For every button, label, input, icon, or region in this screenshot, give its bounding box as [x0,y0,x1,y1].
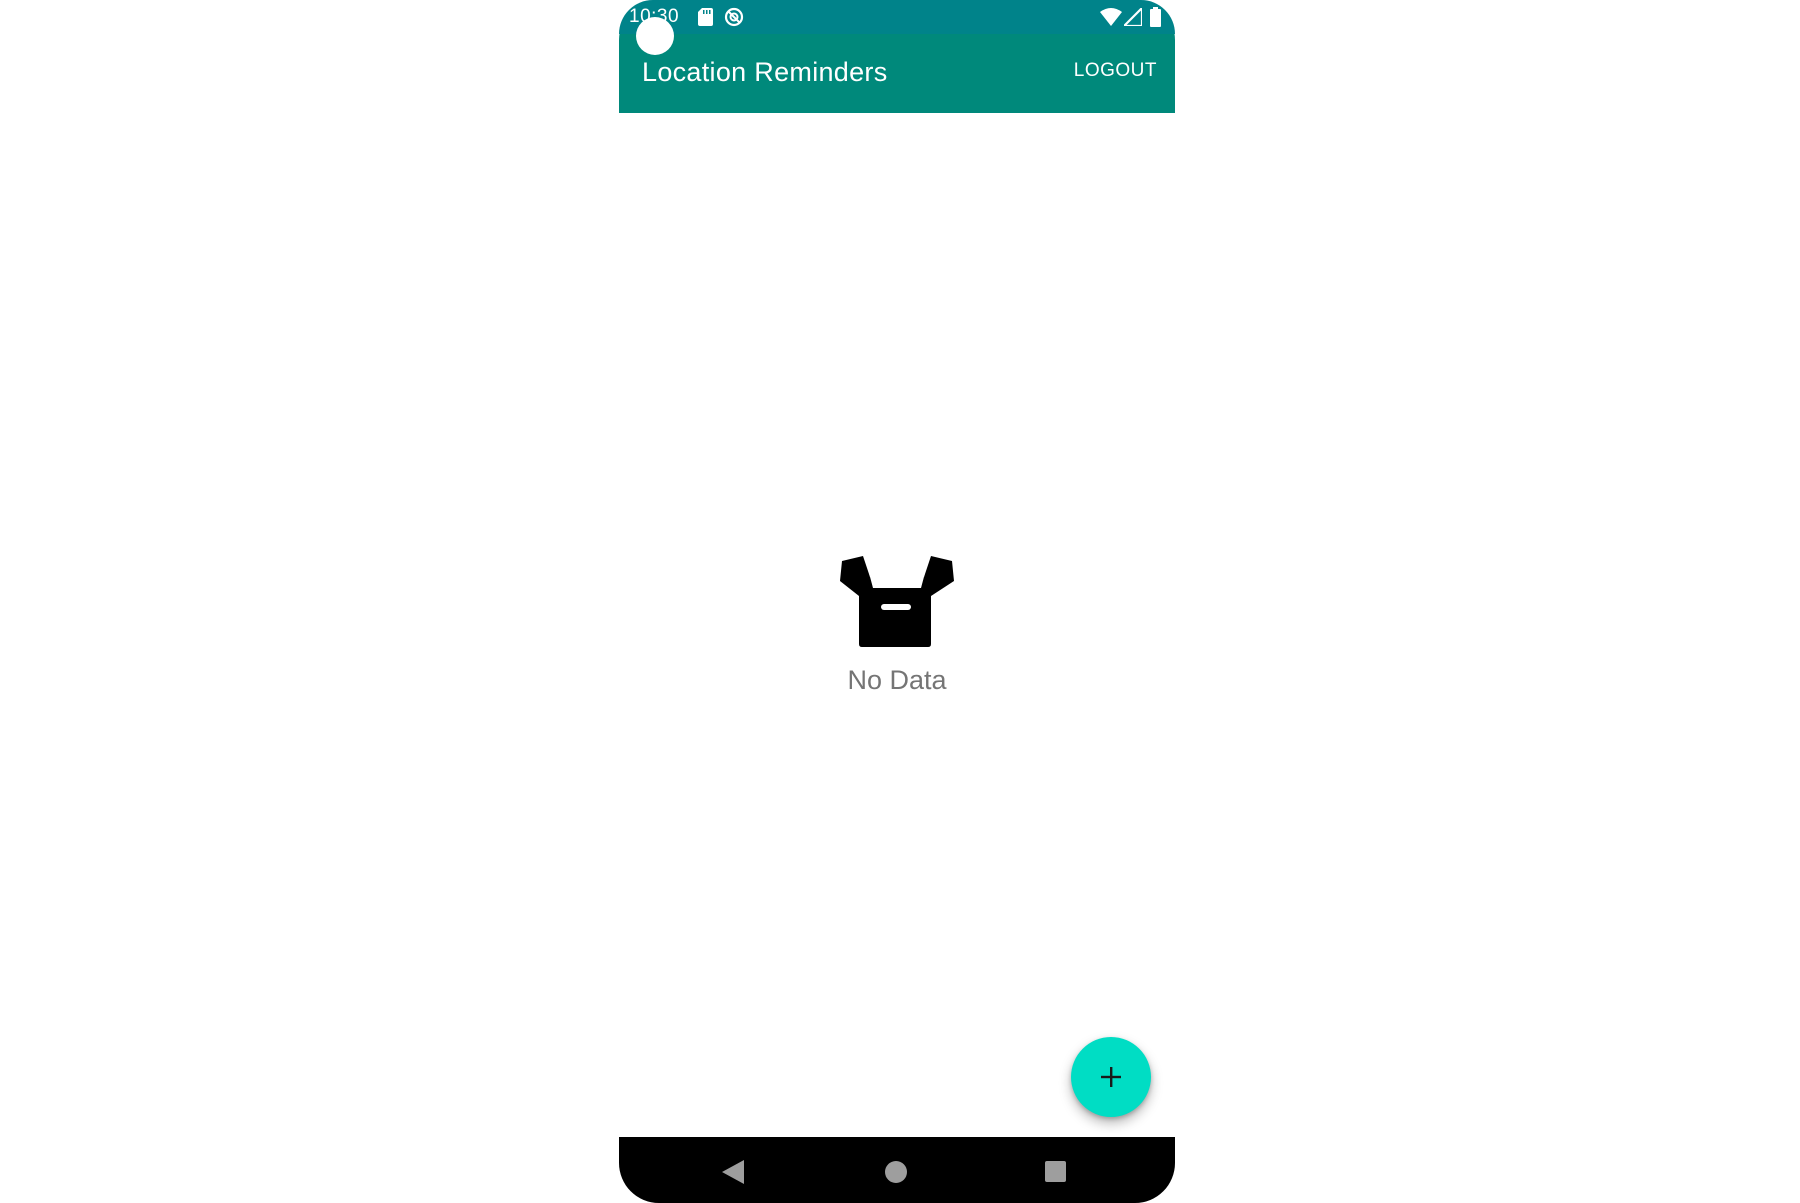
wifi-icon [1100,8,1122,26]
system-nav-bar [619,1137,1175,1203]
phone-screen: 10:30 Location Re [619,0,1175,1203]
plus-icon [1101,1067,1121,1087]
status-bar: 10:30 [619,0,1175,34]
logout-button[interactable]: LOGOUT [1074,60,1157,82]
battery-icon [1150,7,1161,27]
camera-cutout [636,17,674,55]
sync-icon [724,7,744,27]
archive-box-icon [840,556,954,647]
home-icon[interactable] [885,1161,907,1183]
app-title: Location Reminders [642,57,888,87]
app-bar: 10:30 Location Re [619,0,1175,113]
empty-state-text: No Data [847,665,947,695]
sd-card-icon [698,8,713,26]
add-reminder-button[interactable] [1071,1037,1151,1117]
empty-state: No Data [619,555,1175,696]
cell-signal-icon [1124,8,1142,26]
back-icon[interactable] [722,1160,744,1184]
recents-icon[interactable] [1045,1161,1066,1182]
